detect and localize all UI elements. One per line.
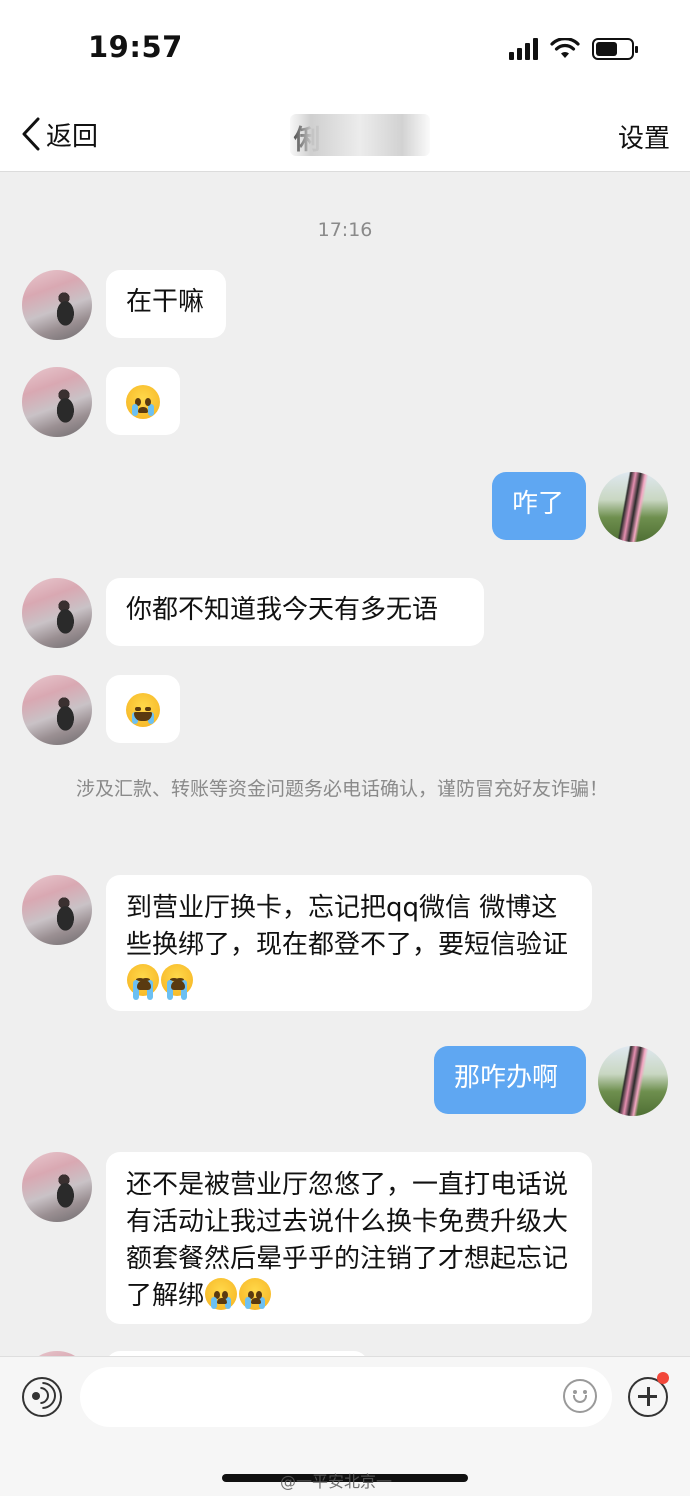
message-text: 你都不知道我今天有多无语 xyxy=(126,595,439,625)
watermark: @一平安北京一 xyxy=(280,1472,393,1491)
laughing-crying-face-emoji xyxy=(126,692,160,727)
message-text: 在干嘛 xyxy=(126,287,205,317)
wifi-icon xyxy=(550,38,580,58)
settings-button[interactable]: 设置 xyxy=(618,118,670,155)
incoming-message[interactable]: 到营业厅换卡，忘记把qq微信 微博这些换绑了，现在都登不了，要短信验证 xyxy=(106,875,592,1011)
status-time: 19:57 xyxy=(88,30,183,64)
incoming-message[interactable] xyxy=(106,367,180,435)
crying-face-emoji xyxy=(205,1278,238,1310)
message-text: 还不是被营业厅忽悠了，一直打电话说有活动让我过去说什么换卡免费升级大额套餐然后晕… xyxy=(126,1170,569,1311)
user-avatar[interactable] xyxy=(598,1046,668,1116)
incoming-message[interactable] xyxy=(106,675,180,743)
incoming-message[interactable]: 你都不知道我今天有多无语 xyxy=(106,578,484,646)
message-input[interactable] xyxy=(80,1367,612,1427)
battery-icon xyxy=(592,38,638,60)
message-text: 咋了 xyxy=(512,489,565,519)
title-redaction xyxy=(290,114,430,156)
incoming-message[interactable]: 还不是被营业厅忽悠了，一直打电话说有活动让我过去说什么换卡免费升级大额套餐然后晕… xyxy=(106,1152,592,1324)
contact-avatar[interactable] xyxy=(22,578,92,648)
status-bar: 19:57 xyxy=(0,0,690,100)
outgoing-message[interactable]: 那咋办啊 xyxy=(434,1046,586,1114)
crying-face-emoji xyxy=(127,964,159,1000)
status-icons xyxy=(509,38,638,60)
cellular-signal-icon xyxy=(509,38,538,60)
chat-area[interactable]: 17:16 在干嘛 咋了 你都不知道我今天有多无语 涉及汇款、转账等资金问题务必… xyxy=(0,173,690,1356)
message-text: 那咋办啊 xyxy=(454,1063,559,1093)
contact-avatar[interactable] xyxy=(22,1152,92,1222)
message-text: 到营业厅换卡，忘记把qq微信 微博这些换绑了，现在都登不了，要短信验证 xyxy=(126,893,569,960)
crying-face-emoji xyxy=(239,1278,272,1310)
crying-face-emoji xyxy=(161,964,193,1000)
outgoing-message[interactable]: 咋了 xyxy=(492,472,586,540)
notification-dot xyxy=(657,1372,669,1384)
user-avatar[interactable] xyxy=(598,472,668,542)
home-area: @一平安北京一 xyxy=(0,1438,690,1496)
crying-face-emoji xyxy=(126,384,160,419)
incoming-message[interactable]: 在干嘛 xyxy=(106,270,226,338)
security-notice: 涉及汇款、转账等资金问题务必电话确认，谨防冒充好友诈骗！ xyxy=(76,778,609,800)
contact-avatar[interactable] xyxy=(22,675,92,745)
contact-avatar[interactable] xyxy=(22,875,92,945)
nav-bar: 返回 俐 设置 xyxy=(0,100,690,172)
contact-avatar[interactable] xyxy=(22,367,92,437)
message-timestamp: 17:16 xyxy=(317,219,373,241)
emoji-icon[interactable] xyxy=(563,1379,597,1413)
input-bar xyxy=(0,1356,690,1438)
voice-icon[interactable] xyxy=(22,1376,62,1417)
contact-avatar[interactable] xyxy=(22,270,92,340)
